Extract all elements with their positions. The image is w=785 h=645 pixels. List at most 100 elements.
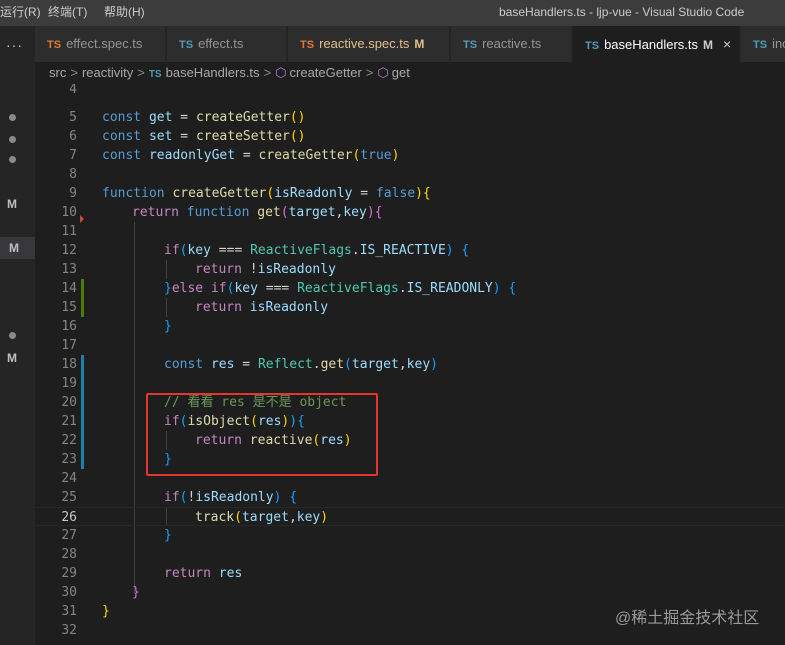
code-line: 29 return res	[35, 564, 785, 583]
code-text: const res = Reflect.get(target,key)	[164, 357, 438, 372]
code-line: 13 return !isReadonly	[35, 260, 785, 279]
line-number: 9	[69, 186, 77, 201]
line-number: 16	[61, 319, 77, 334]
line-number: 10	[61, 205, 77, 220]
close-icon[interactable]: ×	[723, 36, 731, 52]
line-number: 26	[61, 510, 77, 525]
git-modified-badge: M	[7, 351, 17, 365]
modified-dot-icon	[9, 114, 16, 121]
code-line: 14 }else if(key === ReactiveFlags.IS_READ…	[35, 279, 785, 298]
line-number: 21	[61, 414, 77, 429]
code-text: return isReadonly	[195, 300, 329, 315]
typescript-icon: TS	[148, 69, 162, 80]
code-text: function createGetter(isReadonly = false…	[102, 186, 431, 201]
code-line: 11	[35, 222, 785, 241]
menu-run[interactable]: 运行(R)	[0, 0, 41, 26]
tab-label: inc	[772, 36, 785, 51]
method-icon: ⬡	[377, 65, 389, 80]
typescript-icon: TS	[753, 39, 768, 51]
line-number: 28	[61, 547, 77, 562]
tab-reactive[interactable]: TS reactive.ts	[451, 26, 572, 62]
code-text: const get = createGetter()	[102, 110, 306, 125]
line-number: 17	[61, 338, 77, 353]
code-text: }	[102, 604, 110, 619]
method-icon: ⬡	[275, 65, 287, 80]
code-line: 18 const res = Reflect.get(target,key)	[35, 355, 785, 374]
chevron-right-icon: >	[70, 65, 78, 80]
line-number: 25	[61, 490, 77, 505]
breadcrumb-symbol-creategetter[interactable]: createGetter	[290, 65, 362, 80]
modified-dot-icon	[9, 332, 16, 339]
menu-terminal[interactable]: 终端(T)	[48, 0, 87, 26]
code-text: return function get(target,key){	[132, 205, 383, 220]
code-text: if(key === ReactiveFlags.IS_REACTIVE) {	[164, 243, 470, 258]
breadcrumb-file[interactable]: baseHandlers.ts	[166, 65, 260, 80]
code-line: 5 const get = createGetter()	[35, 108, 785, 127]
tab-effect[interactable]: TS effect.ts	[167, 26, 287, 62]
code-editor[interactable]: 4 5 const get = createGetter() 6 const set…	[35, 84, 785, 645]
line-number: 5	[69, 110, 77, 125]
code-text: }	[164, 528, 172, 543]
code-text: }	[164, 319, 172, 334]
tab-label: reactive.spec.ts	[319, 36, 410, 51]
line-number: 27	[61, 528, 77, 543]
git-modified-badge: M	[9, 241, 19, 255]
line-number: 4	[69, 84, 77, 97]
chevron-right-icon: >	[365, 65, 374, 80]
tab-label: effect.ts	[198, 36, 244, 51]
breadcrumb-reactivity[interactable]: reactivity	[82, 65, 133, 80]
code-line: 8	[35, 165, 785, 184]
code-line: 28	[35, 545, 785, 564]
line-number: 22	[61, 433, 77, 448]
tab-basehandlers[interactable]: TS baseHandlers.ts M ×	[573, 26, 740, 62]
code-line: 4	[35, 84, 785, 99]
code-line: 15 return isReadonly	[35, 298, 785, 317]
line-number: 15	[61, 300, 77, 315]
menu-help[interactable]: 帮助(H)	[104, 0, 145, 26]
code-line: 30}	[35, 583, 785, 602]
breadcrumb: src > reactivity > TS baseHandlers.ts > ⬡ create…	[35, 62, 785, 84]
code-text: }else if(key === ReactiveFlags.IS_READON…	[164, 281, 517, 296]
code-line: 16}	[35, 317, 785, 336]
code-line: 12 if(key === ReactiveFlags.IS_REACTIVE) …	[35, 241, 785, 260]
code-line: 9 function createGetter(isReadonly = fals…	[35, 184, 785, 203]
line-number: 11	[61, 224, 77, 239]
tab-reactive-spec[interactable]: TS reactive.spec.ts M	[288, 26, 450, 62]
line-number: 12	[61, 243, 77, 258]
code-line: 6 const set = createSetter()	[35, 127, 785, 146]
line-number: 19	[61, 376, 77, 391]
activity-bar: ··· M M M	[0, 26, 35, 645]
line-number: 29	[61, 566, 77, 581]
line-number: 32	[61, 623, 77, 638]
line-number: 7	[69, 148, 77, 163]
breadcrumb-src[interactable]: src	[49, 65, 66, 80]
code-text: return res	[164, 566, 243, 581]
line-number: 14	[61, 281, 77, 296]
typescript-icon: TS	[585, 40, 600, 52]
code-line: 19	[35, 374, 785, 393]
code-line: 10 return function get(target,key){	[35, 203, 785, 222]
typescript-icon: TS	[179, 39, 194, 51]
code-line: 27}	[35, 526, 785, 545]
code-text: return !isReadonly	[195, 262, 336, 277]
line-number: 30	[61, 585, 77, 600]
tab-effect-spec[interactable]: TS effect.spec.ts	[35, 26, 166, 62]
window-title: baseHandlers.ts - ljp-vue - Visual Studi…	[499, 5, 745, 19]
chevron-right-icon: >	[137, 65, 145, 80]
typescript-icon: TS	[300, 39, 315, 51]
code-text: }	[132, 585, 140, 600]
modified-indicator: M	[703, 38, 714, 52]
explorer-item-active[interactable]: M	[0, 237, 35, 259]
code-line-current: 26 track(target,key)	[35, 507, 785, 526]
more-actions-icon[interactable]: ···	[6, 37, 23, 53]
tab-label: effect.spec.ts	[66, 36, 143, 51]
code-text: if(!isReadonly) {	[164, 490, 298, 505]
tab-index[interactable]: TS inc	[741, 26, 785, 62]
git-modified-badge: M	[7, 197, 17, 211]
breadcrumb-symbol-get[interactable]: get	[392, 65, 410, 80]
code-line: 7 const readonlyGet = createGetter(true)	[35, 146, 785, 165]
line-number: 6	[69, 129, 77, 144]
code-text: const set = createSetter()	[102, 129, 306, 144]
line-number: 20	[61, 395, 77, 410]
code-text: track(target,key)	[195, 510, 329, 525]
